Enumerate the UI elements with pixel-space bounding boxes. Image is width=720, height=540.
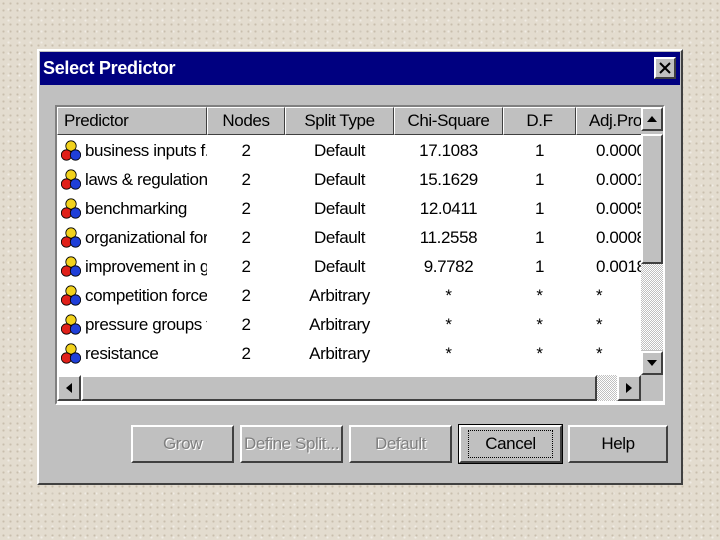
cell-predictor: business inputs f... <box>85 141 207 160</box>
cell-adj-prob: * <box>596 315 603 334</box>
cell-predictor: organizational for... <box>85 228 207 247</box>
cell-split-type: Arbitrary <box>309 344 370 363</box>
cell-nodes: 2 <box>241 315 251 334</box>
cell-nodes: 2 <box>241 228 251 247</box>
predictor-icon <box>61 227 81 248</box>
cell-split-type: Default <box>313 199 366 218</box>
predictor-icon <box>61 198 81 219</box>
select-predictor-dialog: Select Predictor Predictor Nodes Split T… <box>37 49 683 485</box>
define-split-button[interactable]: Define Split... <box>240 425 343 463</box>
dialog-title: Select Predictor <box>43 58 176 78</box>
table-header: Predictor Nodes Split Type Chi-Square D.… <box>57 107 641 135</box>
column-header-adj-prob[interactable]: Adj.Prob <box>576 107 641 135</box>
scroll-left-icon <box>66 383 72 393</box>
table-row[interactable]: business inputs f... 2 Default 17.1083 1 0.00… <box>57 136 641 165</box>
cell-nodes: 2 <box>241 286 251 305</box>
title-bar: Select Predictor <box>40 52 680 85</box>
table-row[interactable]: laws & regulation... 2 Default 15.1629 1 0.00… <box>57 165 641 194</box>
table-body: business inputs f... 2 Default 17.1083 1 0.00… <box>57 136 641 368</box>
cancel-button[interactable]: Cancel <box>458 424 563 464</box>
cell-chi-square: * <box>445 315 452 334</box>
column-header-df[interactable]: D.F <box>503 107 576 135</box>
column-header-predictor[interactable]: Predictor <box>57 107 207 135</box>
predictor-icon <box>61 140 81 161</box>
cell-df: * <box>536 344 543 363</box>
vertical-scroll-thumb[interactable] <box>641 134 663 264</box>
cell-df: 1 <box>534 141 545 160</box>
cell-adj-prob: 0.0000 <box>596 141 641 160</box>
table-row[interactable]: resistance 2 Arbitrary * * * <box>57 339 641 368</box>
cell-split-type: Default <box>313 170 366 189</box>
scroll-up-button[interactable] <box>641 107 663 131</box>
cell-chi-square: 17.1083 <box>419 141 478 160</box>
default-button[interactable]: Default <box>349 425 452 463</box>
table-row[interactable]: improvement in g... 2 Default 9.7782 1 0.0018 <box>57 252 641 281</box>
cell-nodes: 2 <box>241 199 251 218</box>
cancel-button-label: Cancel <box>468 430 553 458</box>
cell-chi-square: 15.1629 <box>419 170 478 189</box>
cell-split-type: Default <box>313 141 366 160</box>
predictor-icon <box>61 314 81 335</box>
cell-split-type: Arbitrary <box>309 286 370 305</box>
cell-chi-square: 9.7782 <box>423 257 474 276</box>
column-header-nodes[interactable]: Nodes <box>207 107 285 135</box>
close-icon <box>659 62 671 74</box>
cell-predictor: resistance <box>85 344 159 363</box>
cell-adj-prob: 0.0018 <box>596 257 641 276</box>
cell-split-type: Default <box>313 228 366 247</box>
cell-adj-prob: * <box>596 286 603 305</box>
cell-predictor: pressure groups f... <box>85 315 207 334</box>
cell-adj-prob: 0.0001 <box>596 170 641 189</box>
predictor-icon <box>61 285 81 306</box>
scroll-right-button[interactable] <box>617 375 641 401</box>
scroll-right-icon <box>626 383 632 393</box>
scrollbar-corner <box>641 375 663 401</box>
cell-nodes: 2 <box>241 257 251 276</box>
column-header-chi-square[interactable]: Chi-Square <box>394 107 503 135</box>
predictor-icon <box>61 169 81 190</box>
cell-chi-square: 12.0411 <box>419 199 478 218</box>
cell-chi-square: 11.2558 <box>419 228 478 247</box>
table-row[interactable]: organizational for... 2 Default 11.2558 1 0.0… <box>57 223 641 252</box>
cell-df: * <box>536 315 543 334</box>
scroll-down-icon <box>647 360 657 366</box>
cell-adj-prob: 0.0005 <box>596 199 641 218</box>
predictor-icon <box>61 343 81 364</box>
cell-df: 1 <box>534 257 545 276</box>
cell-predictor: benchmarking <box>85 199 187 218</box>
scroll-left-button[interactable] <box>57 375 81 401</box>
column-header-split-type[interactable]: Split Type <box>285 107 394 135</box>
cell-chi-square: * <box>445 286 452 305</box>
close-button[interactable] <box>654 57 676 79</box>
horizontal-scrollbar[interactable] <box>57 375 641 401</box>
table-row[interactable]: pressure groups f... 2 Arbitrary * * * <box>57 310 641 339</box>
predictor-table: Predictor Nodes Split Type Chi-Square D.… <box>55 105 665 405</box>
horizontal-scroll-thumb[interactable] <box>81 375 597 401</box>
cell-predictor: laws & regulation... <box>85 170 207 189</box>
table-row[interactable]: benchmarking 2 Default 12.0411 1 0.0005 <box>57 194 641 223</box>
cell-nodes: 2 <box>241 141 251 160</box>
cell-split-type: Arbitrary <box>309 315 370 334</box>
cell-nodes: 2 <box>241 170 251 189</box>
cell-chi-square: * <box>445 344 452 363</box>
cell-df: 1 <box>534 228 545 247</box>
cell-df: 1 <box>534 170 545 189</box>
scroll-down-button[interactable] <box>641 351 663 375</box>
predictor-icon <box>61 256 81 277</box>
grow-button[interactable]: Grow <box>131 425 234 463</box>
cell-predictor: competition force <box>85 286 207 305</box>
table-row[interactable]: competition force 2 Arbitrary * * * <box>57 281 641 310</box>
cell-df: * <box>536 286 543 305</box>
cell-df: 1 <box>534 199 545 218</box>
vertical-scrollbar[interactable] <box>641 107 663 375</box>
cell-adj-prob: * <box>596 344 603 363</box>
cell-nodes: 2 <box>241 344 251 363</box>
help-button[interactable]: Help <box>568 425 668 463</box>
scroll-up-icon <box>647 116 657 122</box>
cell-split-type: Default <box>313 257 366 276</box>
cell-adj-prob: 0.0008 <box>596 228 641 247</box>
cell-predictor: improvement in g... <box>85 257 207 276</box>
